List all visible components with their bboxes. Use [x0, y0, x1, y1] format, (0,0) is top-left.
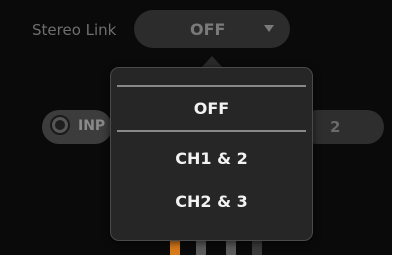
- stereo-link-label: Stereo Link: [32, 21, 117, 39]
- option-ch1-2[interactable]: CH1 & 2: [111, 149, 312, 168]
- stereo-link-value: OFF: [190, 20, 226, 39]
- stereo-link-options-popup: OFF CH1 & 2 CH2 & 3: [110, 67, 313, 241]
- input-jack-icon: [50, 115, 70, 135]
- stereo-link-dropdown[interactable]: OFF: [134, 10, 290, 48]
- meter-bar: [196, 239, 206, 255]
- meter-bar: [226, 239, 236, 255]
- meter-bar: [252, 239, 262, 255]
- meter-bar-orange: [170, 239, 180, 255]
- popup-divider-top: [117, 85, 306, 87]
- chevron-down-icon: [264, 25, 274, 32]
- stereo-link-panel: Stereo Link OFF INP 2 OFF CH1 & 2 CH2 & …: [0, 0, 392, 255]
- option-off[interactable]: OFF: [111, 99, 312, 118]
- popup-divider-selected: [117, 130, 306, 132]
- option-ch2-3[interactable]: CH2 & 3: [111, 192, 312, 211]
- input-button[interactable]: INP: [42, 110, 112, 144]
- input-label: INP: [78, 118, 106, 134]
- channel-number-value: 2: [330, 118, 341, 136]
